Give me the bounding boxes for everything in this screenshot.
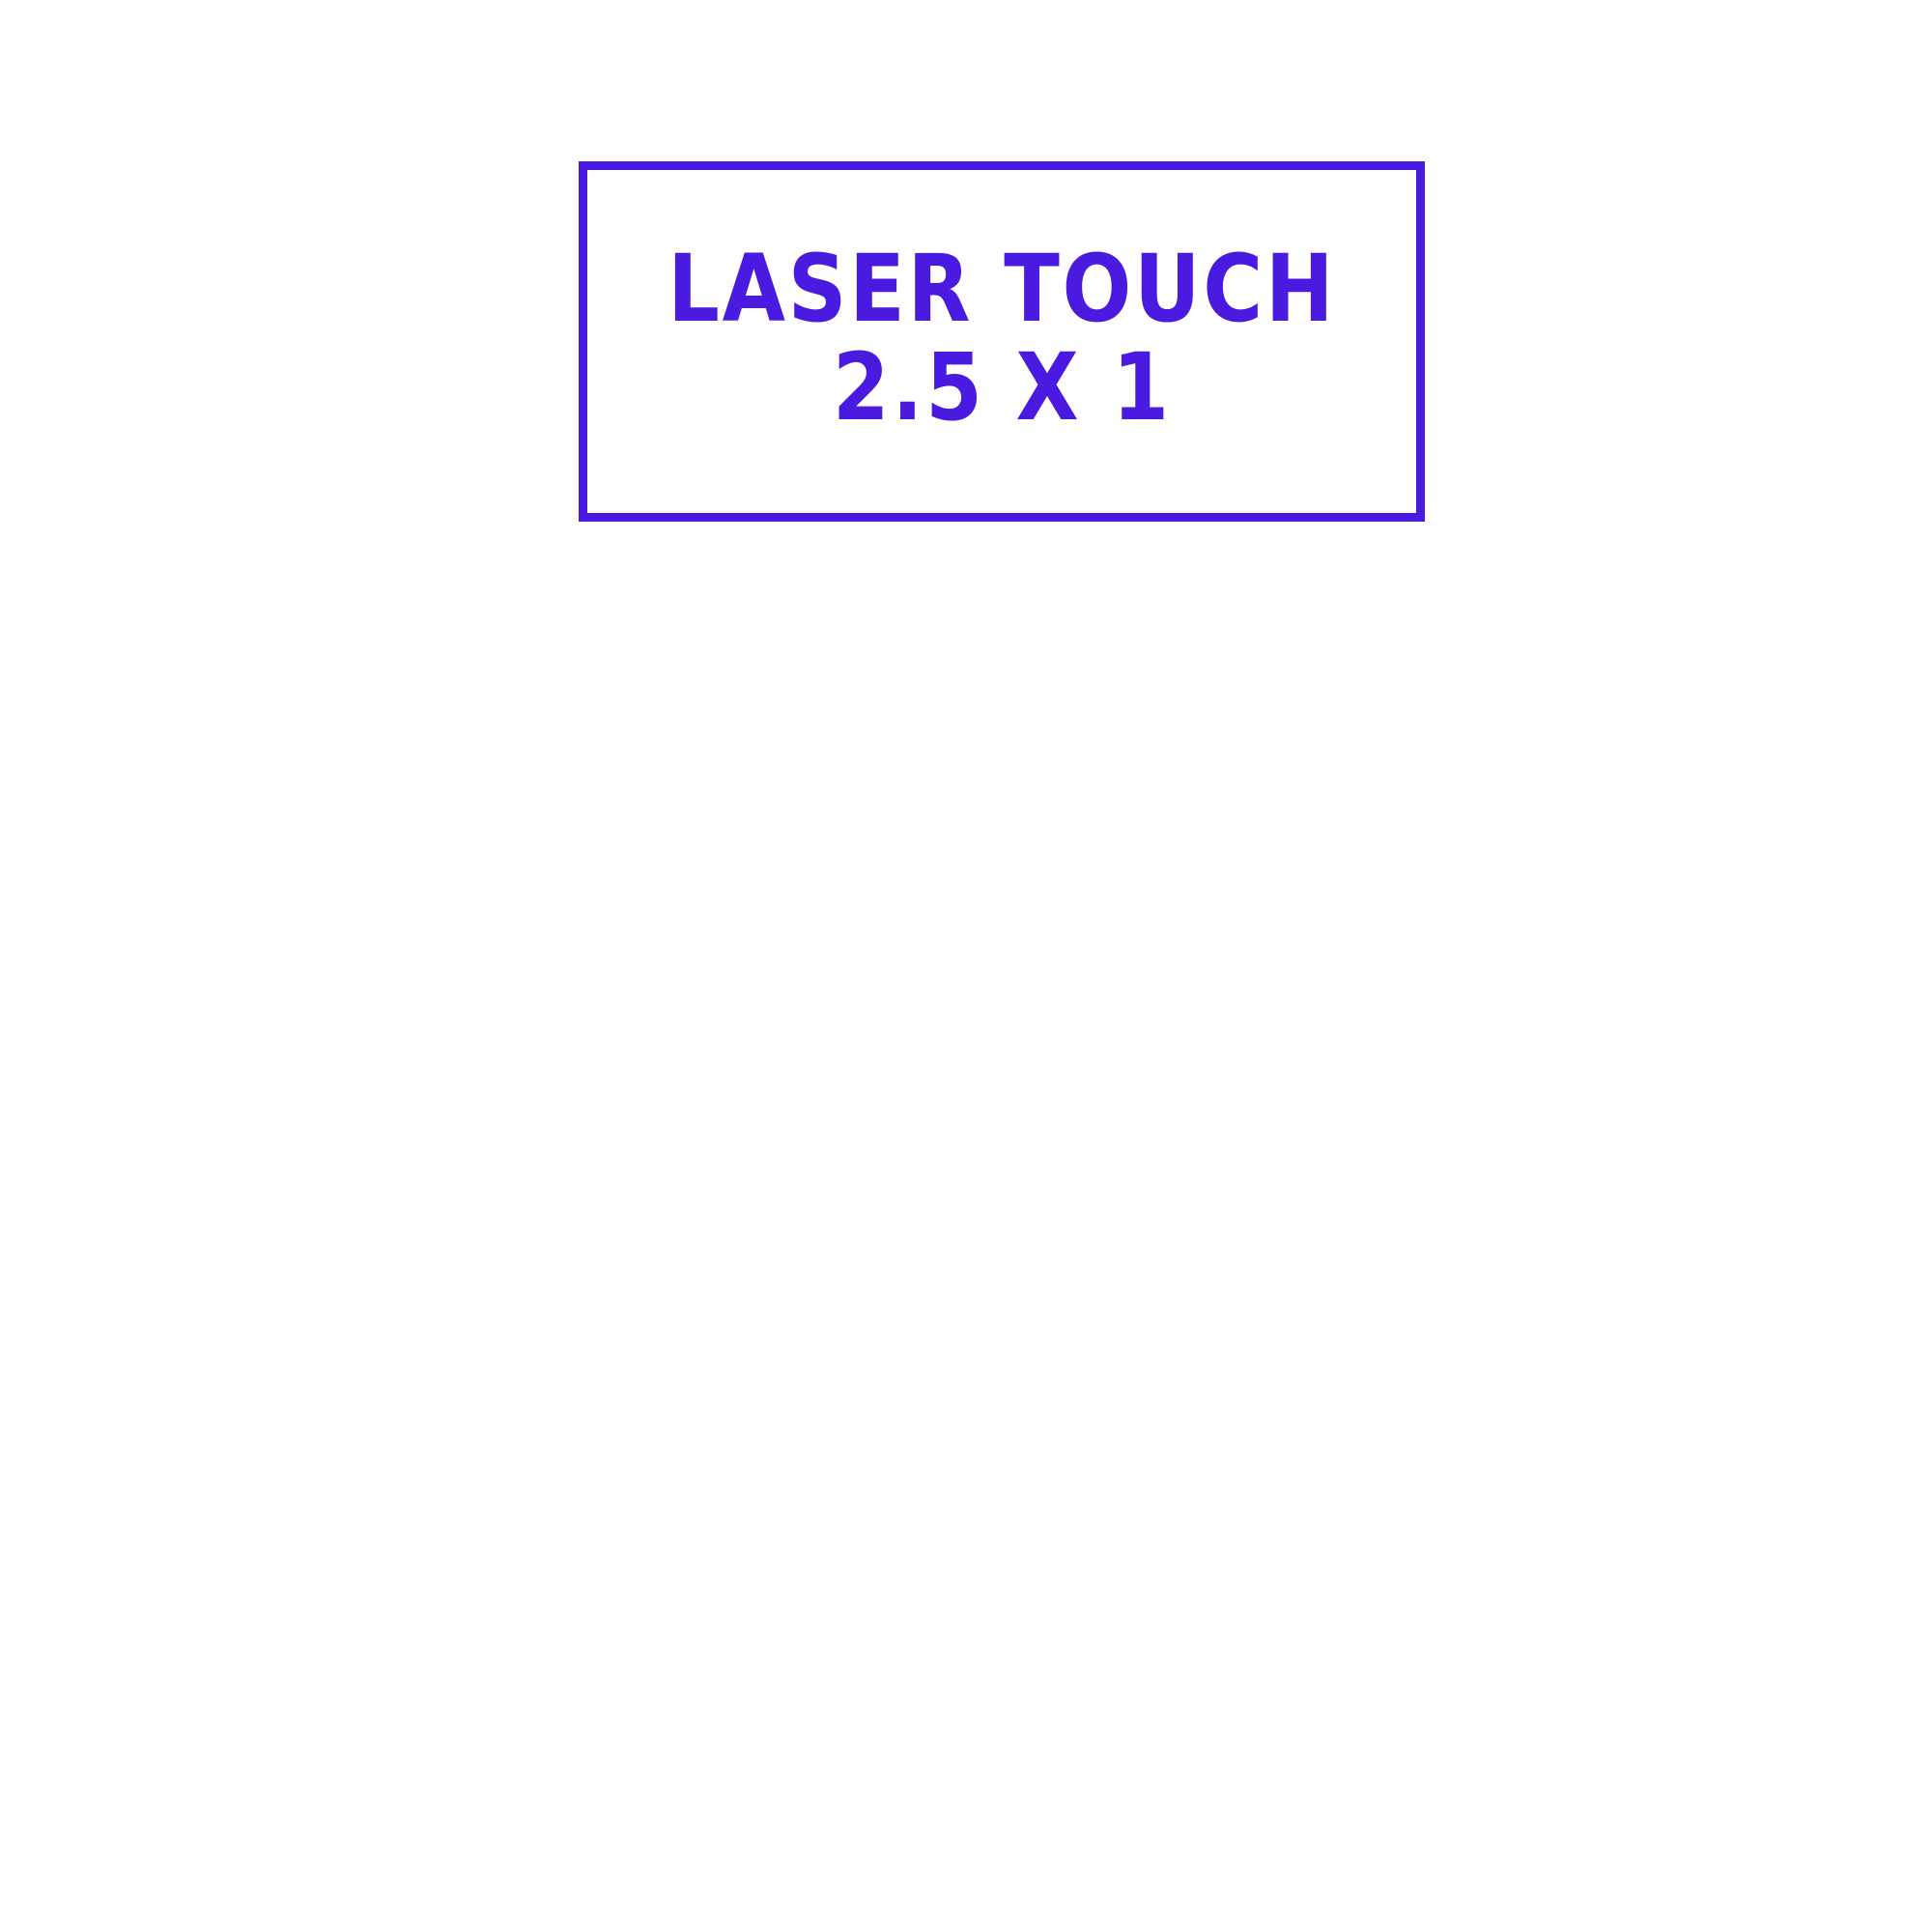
label-title: LASER TOUCH (667, 235, 1337, 343)
label-dimensions: 2.5 X 1 (832, 333, 1172, 441)
label-box: LASER TOUCH 2.5 X 1 (579, 161, 1425, 522)
